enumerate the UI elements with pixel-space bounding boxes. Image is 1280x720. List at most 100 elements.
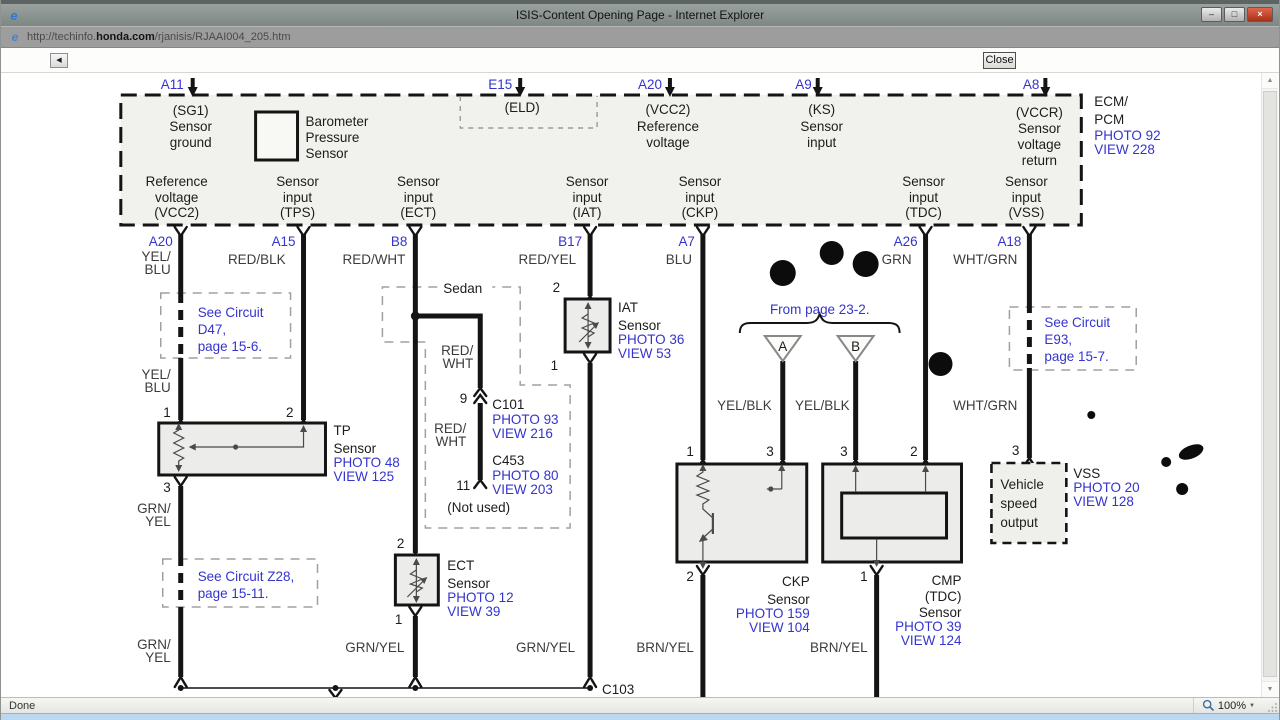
label-grn: GRN bbox=[882, 252, 912, 267]
close-button[interactable]: Close bbox=[983, 52, 1016, 69]
label-red-blk: RED/BLK bbox=[228, 252, 286, 267]
label-see-circuit-z28[interactable]: See Circuit Z28, bbox=[198, 569, 295, 584]
tp-sensor-box bbox=[157, 421, 327, 477]
scrollbar-thumb[interactable] bbox=[1263, 91, 1277, 677]
label-photo-92[interactable]: PHOTO 92 bbox=[1094, 128, 1160, 143]
back-button[interactable]: ◀ bbox=[50, 53, 68, 68]
label-page-15-6[interactable]: page 15-6. bbox=[198, 339, 262, 354]
label-grn-yel: GRN/YEL bbox=[345, 640, 405, 655]
label-photo-39[interactable]: PHOTO 39 bbox=[895, 619, 961, 634]
close-window-button[interactable]: × bbox=[1247, 7, 1273, 22]
cmp-pin-3: 3 bbox=[840, 444, 847, 459]
label-d47[interactable]: D47, bbox=[198, 322, 226, 337]
cmp-tdc-sensor-box bbox=[821, 462, 963, 567]
browser-window: e ISIS-Content Opening Page - Internet E… bbox=[0, 0, 1280, 720]
label-input: input bbox=[909, 190, 938, 205]
tp-pin-1: 1 bbox=[163, 405, 170, 420]
label-sensor: Sensor bbox=[767, 592, 810, 607]
label-iat: (IAT) bbox=[573, 205, 602, 220]
label-vss: (VSS) bbox=[1008, 205, 1044, 220]
pin-label-a7: A7 bbox=[678, 234, 694, 249]
ckp-sensor-box bbox=[675, 462, 809, 569]
pin-label-a18: A18 bbox=[997, 234, 1021, 249]
label-photo-12[interactable]: PHOTO 12 bbox=[447, 590, 513, 605]
label-cmp: CMP bbox=[932, 573, 962, 588]
label-wht-grn: WHT/GRN bbox=[953, 252, 1017, 267]
label-reference: Reference bbox=[637, 119, 699, 134]
iat-pin-2: 2 bbox=[553, 280, 560, 295]
label-view-203[interactable]: VIEW 203 bbox=[492, 482, 553, 497]
label-see-circuit[interactable]: See Circuit bbox=[198, 305, 264, 320]
ie-page-icon: e bbox=[11, 30, 19, 44]
label-iat: IAT bbox=[618, 300, 638, 315]
triangle-b-letter: B bbox=[851, 339, 860, 354]
label-photo-93[interactable]: PHOTO 93 bbox=[492, 412, 558, 427]
c453-pin-11: 11 bbox=[456, 478, 470, 493]
ckp-pin-3: 3 bbox=[766, 444, 773, 459]
label-grn-yel: GRN/YEL bbox=[516, 640, 576, 655]
label-photo-20[interactable]: PHOTO 20 bbox=[1073, 480, 1139, 495]
scroll-down-button[interactable]: ▼ bbox=[1262, 681, 1278, 697]
label-sensor: Sensor bbox=[919, 605, 962, 620]
label-view-39[interactable]: VIEW 39 bbox=[447, 604, 500, 619]
c103-connector-line bbox=[173, 674, 598, 697]
label-sensor: Sensor bbox=[169, 119, 212, 134]
label-view-104[interactable]: VIEW 104 bbox=[749, 620, 810, 635]
zoom-control[interactable]: 100% ▼ bbox=[1192, 698, 1263, 713]
maximize-button[interactable]: □ bbox=[1224, 7, 1245, 22]
label-yel-blk: YEL/BLK bbox=[795, 398, 850, 413]
cmp-pin-1: 1 bbox=[860, 569, 867, 584]
resize-grip[interactable] bbox=[1268, 702, 1278, 712]
address-bar[interactable]: e http://techinfo.honda.com/rjanisis/RJA… bbox=[1, 26, 1279, 48]
label-input: input bbox=[1012, 190, 1041, 205]
label-e93[interactable]: E93, bbox=[1044, 332, 1072, 347]
label-tdc: (TDC) bbox=[925, 589, 962, 604]
label-sensor: Sensor bbox=[902, 174, 945, 189]
label-view-53[interactable]: VIEW 53 bbox=[618, 346, 671, 361]
label-sensor: Sensor bbox=[333, 441, 376, 456]
label-view-125[interactable]: VIEW 125 bbox=[333, 469, 394, 484]
window-title: ISIS-Content Opening Page - Internet Exp… bbox=[515, 8, 765, 22]
label-page-15-11[interactable]: page 15-11. bbox=[198, 586, 269, 601]
label-vccr: (VCCR) bbox=[1016, 105, 1063, 120]
label-input: input bbox=[685, 190, 714, 205]
label-sensor: Sensor bbox=[306, 146, 349, 161]
window-frame-bottom bbox=[1, 713, 1279, 720]
scroll-up-button[interactable]: ▲ bbox=[1262, 73, 1278, 89]
c453-connector-icon bbox=[473, 478, 488, 490]
status-text: Done bbox=[9, 699, 36, 712]
label-page-15-7[interactable]: page 15-7. bbox=[1044, 349, 1108, 364]
label-sensor: Sensor bbox=[276, 174, 319, 189]
triangle-a-letter: A bbox=[778, 339, 787, 354]
label-ect: (ECT) bbox=[400, 205, 436, 220]
label-photo-80[interactable]: PHOTO 80 bbox=[492, 468, 558, 483]
tp-pin-3: 3 bbox=[163, 480, 170, 495]
wire-junction-dot bbox=[410, 311, 420, 321]
label-photo-48[interactable]: PHOTO 48 bbox=[333, 455, 399, 470]
label-view-216[interactable]: VIEW 216 bbox=[492, 426, 553, 441]
label-view-124[interactable]: VIEW 124 bbox=[901, 633, 962, 648]
label-sedan: Sedan bbox=[443, 281, 482, 296]
label-view-128[interactable]: VIEW 128 bbox=[1073, 494, 1134, 509]
label-input: input bbox=[283, 190, 312, 205]
label-sensor: Sensor bbox=[679, 174, 722, 189]
minimize-button[interactable]: – bbox=[1201, 7, 1222, 22]
title-bar[interactable]: e ISIS-Content Opening Page - Internet E… bbox=[1, 4, 1279, 26]
label-pcm: PCM bbox=[1094, 112, 1124, 127]
pin-label-a20: A20 bbox=[149, 234, 173, 249]
label-ect: ECT bbox=[447, 558, 474, 573]
label-yel: YEL bbox=[145, 650, 171, 665]
label-from-page-23-2[interactable]: From page 23-2. bbox=[770, 302, 870, 317]
label-see-circuit[interactable]: See Circuit bbox=[1044, 315, 1110, 330]
url-text[interactable]: http://techinfo.honda.com/rjanisis/RJAAI… bbox=[27, 31, 291, 43]
label-photo-36[interactable]: PHOTO 36 bbox=[618, 332, 684, 347]
pin-label-b8: B8 bbox=[391, 234, 407, 249]
vertical-scrollbar[interactable]: ▲ ▼ bbox=[1261, 73, 1278, 697]
label-photo-159[interactable]: PHOTO 159 bbox=[736, 606, 810, 621]
wiring-diagram: A11 E15 A20 A9 A8(SG1)SensorgroundBarometerP… bbox=[119, 77, 1204, 697]
label-ecm: ECM/ bbox=[1094, 94, 1128, 109]
label-voltage: voltage bbox=[155, 190, 198, 205]
label-blu: BLU bbox=[145, 262, 171, 277]
cmp-pin-2: 2 bbox=[910, 444, 917, 459]
label-view-228[interactable]: VIEW 228 bbox=[1094, 142, 1155, 157]
